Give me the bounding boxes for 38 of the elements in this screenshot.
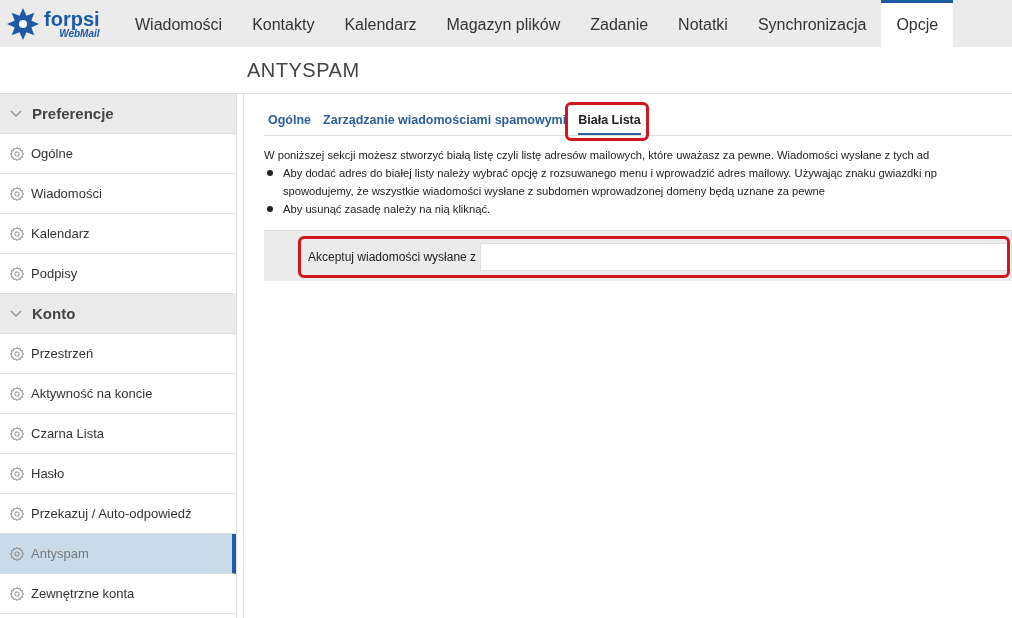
nav-tab[interactable]: Notatki — [663, 0, 743, 47]
nav-tab[interactable]: Zadanie — [575, 0, 664, 47]
gear-icon — [9, 345, 25, 362]
bullet-text: Aby dodać adres do białej listy należy wybrać opcję z rozsuwanego menu i wprowadzić adres mailowy. Używając znaku gwiazdki np — [283, 166, 937, 181]
logo-icon — [6, 6, 40, 41]
tab[interactable]: Biała Lista — [578, 106, 641, 135]
nav-tab[interactable]: Synchronizacja — [742, 0, 882, 47]
chevron-icon[interactable] — [10, 309, 22, 318]
bullet-icon — [267, 170, 273, 176]
gear-icon — [9, 185, 25, 202]
logo-name: forpsi — [44, 8, 100, 29]
gear-icon — [9, 225, 25, 242]
gear-icon — [9, 265, 25, 282]
nav-tab[interactable]: Wiadomości — [120, 0, 238, 47]
field-label: Akceptuj wiadomości wysłane z — [308, 250, 477, 264]
intro-text: W poniższej sekcji możesz stworzyć białą listę czyli listę adresów mailowych, które uważasz za pewne. Wiadomości wysłane z tych ad — [264, 148, 931, 163]
nav-tab[interactable]: Magazyn plików — [431, 0, 576, 47]
tab[interactable]: Zarządzanie wiadomościami spamowymi — [323, 106, 567, 135]
gear-icon — [9, 545, 25, 562]
tab[interactable]: Ogólne — [268, 106, 312, 135]
gear-icon — [9, 145, 25, 162]
gear-icon — [9, 505, 25, 522]
bullet-icon — [267, 206, 273, 212]
nav-tab[interactable]: Opcje — [881, 0, 954, 47]
gear-icon — [9, 385, 25, 402]
nav-tab[interactable]: Kontakty — [237, 0, 330, 47]
gear-icon — [9, 585, 25, 602]
address-field[interactable] — [480, 243, 1012, 271]
section-header[interactable]: Konto — [0, 294, 236, 334]
page-title: ANTYSPAM — [246, 57, 361, 83]
logo-subtitle: WebMail — [59, 28, 100, 39]
section-header[interactable]: Preferencje — [0, 94, 236, 134]
gear-icon — [9, 465, 25, 482]
bullet-text: Aby usunąć zasadę należy na nią kliknąć. — [283, 202, 491, 217]
nav-tab[interactable]: Kalendarz — [329, 0, 432, 47]
bullet-text: spowodujemy, że wszystkie wiadomości wysłane z subdomen wprowadzonej domeny będą uznane za pewne — [283, 184, 827, 199]
gear-icon — [9, 425, 25, 442]
chevron-icon[interactable] — [10, 109, 22, 118]
